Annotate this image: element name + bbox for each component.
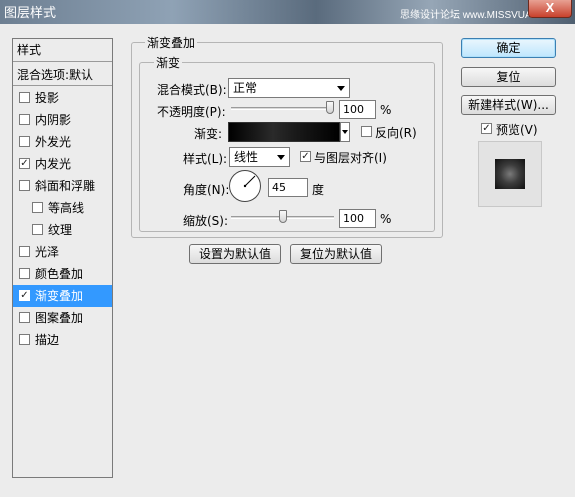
scale-label: 缩放(S): bbox=[183, 214, 229, 228]
divider bbox=[13, 85, 112, 86]
style-item-label: 光泽 bbox=[35, 245, 60, 259]
styles-header[interactable]: 样式 bbox=[13, 39, 112, 61]
blend-options-item[interactable]: 混合选项:默认 bbox=[13, 64, 112, 86]
scale-input[interactable]: 100 bbox=[339, 209, 376, 228]
style-item-pattern-overlay[interactable]: 图案叠加 bbox=[13, 307, 112, 329]
checkbox-inner-glow[interactable]: ✓ bbox=[19, 158, 30, 169]
style-preview bbox=[478, 141, 542, 207]
style-item-gradient-overlay[interactable]: ✓ 渐变叠加 bbox=[13, 285, 112, 307]
style-item-label: 投影 bbox=[35, 91, 60, 105]
section-title: 渐变叠加 bbox=[145, 34, 198, 51]
style-item-stroke[interactable]: 描边 bbox=[13, 329, 112, 351]
style-item-inner-glow[interactable]: ✓ 内发光 bbox=[13, 153, 112, 175]
chevron-down-icon bbox=[337, 86, 345, 91]
checkbox-drop-shadow[interactable] bbox=[19, 92, 30, 103]
style-item-satin[interactable]: 光泽 bbox=[13, 241, 112, 263]
checkbox-bevel-emboss[interactable] bbox=[19, 180, 30, 191]
gradient-style-select[interactable]: 线性 bbox=[229, 147, 290, 167]
angle-unit: 度 bbox=[312, 183, 325, 197]
style-item-label: 斜面和浮雕 bbox=[35, 179, 96, 193]
gradient-swatch[interactable] bbox=[228, 122, 340, 142]
angle-input[interactable]: 45 bbox=[268, 178, 308, 197]
style-item-texture[interactable]: 纹理 bbox=[13, 219, 112, 241]
checkbox-stroke[interactable] bbox=[19, 334, 30, 345]
style-item-label: 颜色叠加 bbox=[35, 267, 84, 281]
style-item-inner-shadow[interactable]: 内阴影 bbox=[13, 109, 112, 131]
opacity-slider-thumb[interactable] bbox=[326, 101, 334, 114]
style-item-drop-shadow[interactable]: 投影 bbox=[13, 87, 112, 109]
style-item-bevel-emboss[interactable]: 斜面和浮雕 bbox=[13, 175, 112, 197]
title-bar: 图层样式 思缘设计论坛 www.MISSVUAN.com X bbox=[0, 0, 575, 24]
checkbox-satin[interactable] bbox=[19, 246, 30, 257]
angle-dial[interactable] bbox=[229, 170, 261, 202]
style-item-label: 描边 bbox=[35, 333, 60, 347]
reset-to-default-button[interactable]: 复位为默认值 bbox=[290, 244, 382, 264]
style-item-label: 外发光 bbox=[35, 135, 72, 149]
group-title: 渐变 bbox=[154, 54, 183, 71]
set-as-default-button[interactable]: 设置为默认值 bbox=[189, 244, 281, 264]
checkbox-inner-shadow[interactable] bbox=[19, 114, 30, 125]
style-item-contour[interactable]: 等高线 bbox=[13, 197, 112, 219]
reverse-checkbox[interactable] bbox=[361, 126, 372, 137]
gradient-label: 渐变: bbox=[194, 127, 223, 141]
preview-label: 预览(V) bbox=[496, 123, 538, 137]
blend-mode-label: 混合模式(B): bbox=[157, 83, 227, 97]
preview-thumbnail bbox=[495, 159, 525, 189]
blend-mode-value: 正常 bbox=[233, 81, 258, 95]
reset-button[interactable]: 复位 bbox=[461, 67, 556, 87]
ok-button[interactable]: 确定 bbox=[461, 38, 556, 58]
checkbox-outer-glow[interactable] bbox=[19, 136, 30, 147]
opacity-slider-track[interactable] bbox=[231, 107, 334, 110]
gradient-picker-button[interactable] bbox=[340, 122, 350, 142]
divider bbox=[13, 61, 112, 62]
style-item-label: 等高线 bbox=[48, 201, 85, 215]
checkbox-contour[interactable] bbox=[32, 202, 43, 213]
opacity-input[interactable]: 100 bbox=[339, 100, 376, 119]
style-item-outer-glow[interactable]: 外发光 bbox=[13, 131, 112, 153]
angle-indicator bbox=[243, 175, 256, 188]
style-item-label: 图案叠加 bbox=[35, 311, 84, 325]
style-item-label: 内阴影 bbox=[35, 113, 72, 127]
checkbox-texture[interactable] bbox=[32, 224, 43, 235]
align-with-layer-label: 与图层对齐(I) bbox=[314, 151, 387, 165]
scale-unit: % bbox=[380, 212, 392, 226]
new-style-button[interactable]: 新建样式(W)... bbox=[461, 95, 556, 115]
checkbox-gradient-overlay[interactable]: ✓ bbox=[19, 290, 30, 301]
style-item-label: 渐变叠加 bbox=[35, 289, 84, 303]
opacity-unit: % bbox=[380, 103, 392, 117]
reverse-label: 反向(R) bbox=[375, 126, 417, 140]
chevron-down-icon bbox=[342, 130, 348, 134]
blend-mode-select[interactable]: 正常 bbox=[228, 78, 350, 98]
close-button[interactable]: X bbox=[528, 0, 572, 18]
style-item-label: 纹理 bbox=[48, 223, 73, 237]
align-with-layer-checkbox[interactable]: ✓ bbox=[300, 151, 311, 162]
window-title: 图层样式 bbox=[4, 6, 57, 21]
chevron-down-icon bbox=[277, 155, 285, 160]
opacity-label: 不透明度(P): bbox=[157, 105, 226, 119]
styles-list: 样式 混合选项:默认 投影 内阴影 外发光 ✓ 内发光 斜面和浮雕 等高线 纹理… bbox=[12, 38, 113, 478]
preview-checkbox[interactable]: ✓ bbox=[481, 123, 492, 134]
style-item-color-overlay[interactable]: 颜色叠加 bbox=[13, 263, 112, 285]
checkbox-pattern-overlay[interactable] bbox=[19, 312, 30, 323]
checkbox-color-overlay[interactable] bbox=[19, 268, 30, 279]
gradient-style-value: 线性 bbox=[234, 150, 259, 164]
scale-slider-thumb[interactable] bbox=[278, 210, 287, 223]
style-label: 样式(L): bbox=[183, 152, 228, 166]
angle-label: 角度(N): bbox=[183, 183, 230, 197]
style-item-label: 内发光 bbox=[35, 157, 72, 171]
